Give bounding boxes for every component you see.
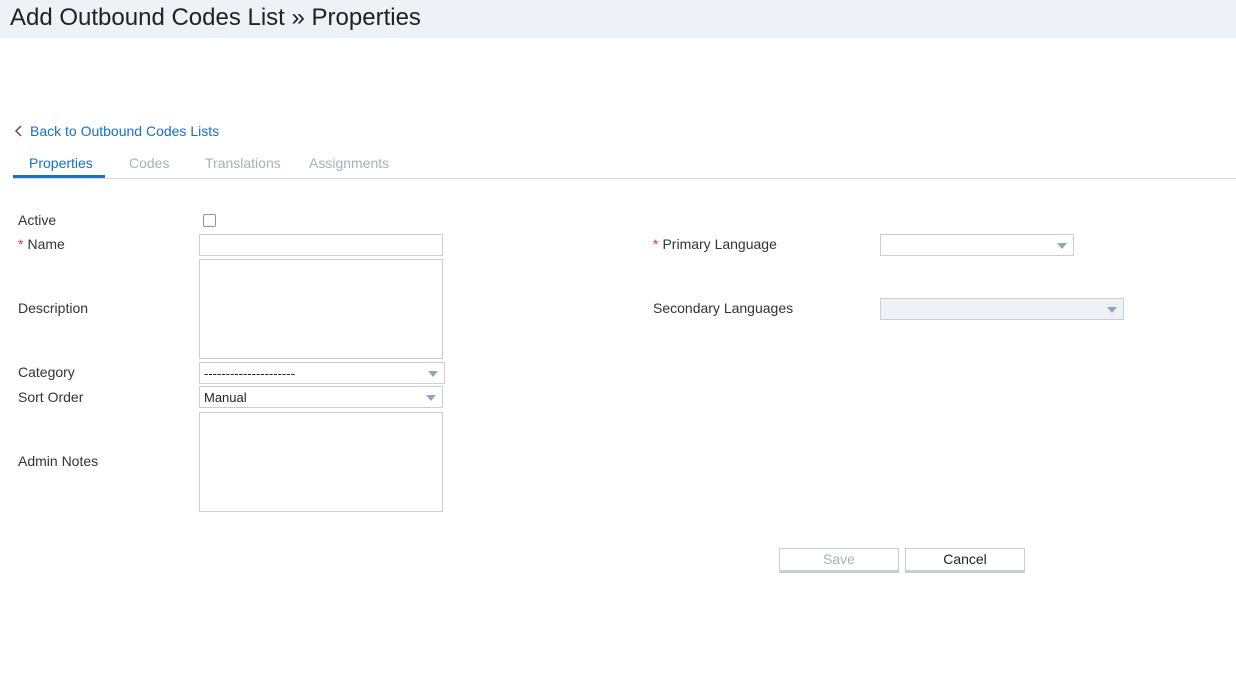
name-label: * Name [18,236,65,252]
description-label: Description [18,300,89,316]
dropdown-caret-icon [1107,307,1117,313]
name-input[interactable] [199,234,443,256]
primary-language-label: * Primary Language [653,236,777,252]
dropdown-caret-icon [428,371,438,377]
tab-codes[interactable]: Codes [129,155,169,171]
primary-language-select[interactable] [880,234,1074,256]
category-select[interactable]: --------------------- [199,362,445,384]
dropdown-caret-icon [426,395,436,401]
sort-order-selected-value: Manual [204,390,247,405]
tab-properties[interactable]: Properties [29,155,93,171]
cancel-button[interactable]: Cancel [905,548,1025,573]
page-header: Add Outbound Codes List » Properties [0,0,1236,38]
required-marker: * [653,236,659,252]
category-label: Category [18,364,75,380]
back-link-label: Back to Outbound Codes Lists [30,123,220,139]
admin-notes-label: Admin Notes [18,453,99,469]
sort-order-select[interactable]: Manual [199,386,443,408]
page-title: Add Outbound Codes List » Properties [10,4,421,31]
active-label: Active [18,212,57,228]
category-selected-value: --------------------- [204,366,295,381]
active-tab-indicator [13,175,105,178]
back-to-list-link[interactable]: Back to Outbound Codes Lists [11,122,219,140]
chevron-left-icon [14,125,22,137]
description-textarea[interactable] [199,259,443,359]
sort-order-label: Sort Order [18,389,84,405]
secondary-languages-label: Secondary Languages [653,300,794,316]
admin-notes-textarea[interactable] [199,412,443,512]
active-checkbox[interactable] [203,214,216,227]
required-marker: * [18,236,24,252]
tab-assignments[interactable]: Assignments [309,155,389,171]
secondary-languages-select[interactable] [880,298,1124,320]
save-button[interactable]: Save [779,548,899,573]
tab-bar: Properties Codes Translations Assignment… [13,150,1236,179]
dropdown-caret-icon [1057,243,1067,249]
tab-translations[interactable]: Translations [205,155,281,171]
